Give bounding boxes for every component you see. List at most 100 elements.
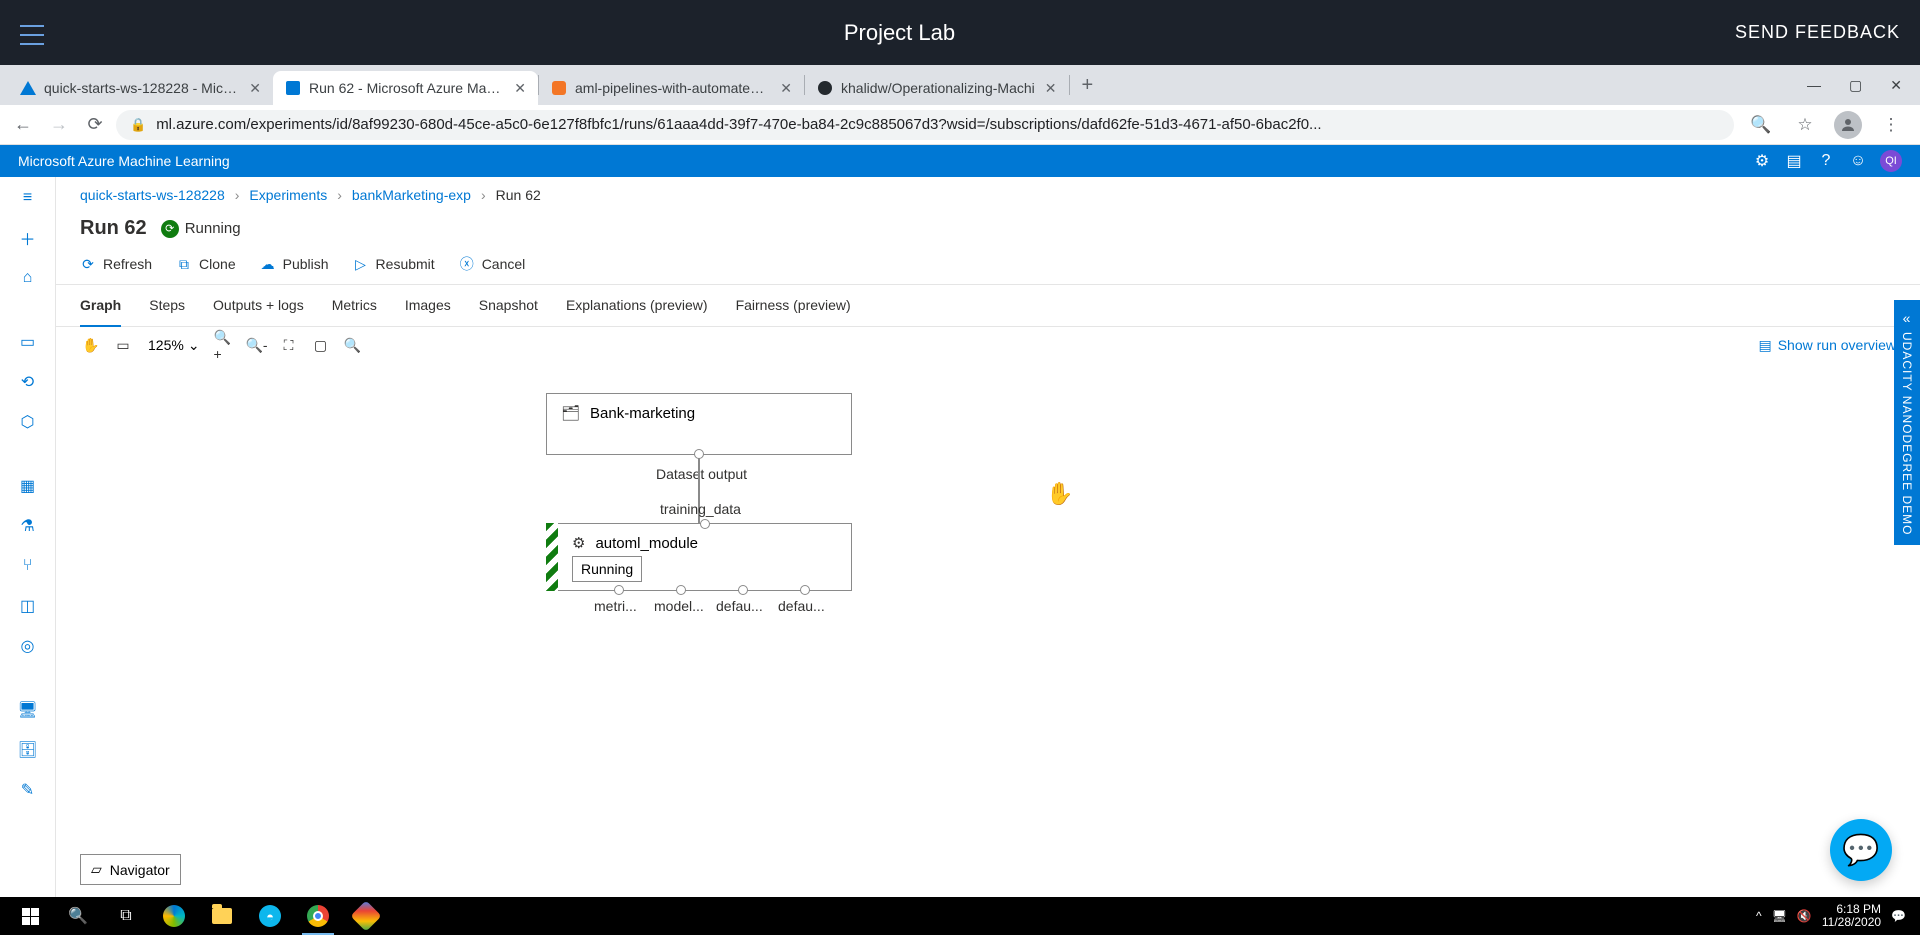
close-icon[interactable]: ✕ [1043,80,1059,97]
zoom-icon[interactable]: 🔍 [1746,110,1776,140]
chrome-app[interactable] [294,897,342,935]
browser-tab[interactable]: aml-pipelines-with-automated-m ✕ [539,71,804,105]
task-view-button[interactable]: ⧉ [102,897,150,935]
resubmit-button[interactable]: ▷Resubmit [353,256,435,273]
clock[interactable]: 6:18 PM 11/28/2020 [1822,903,1881,929]
navigator-toggle[interactable]: ▱ Navigator [80,854,181,885]
send-feedback-button[interactable]: SEND FEEDBACK [1735,22,1900,43]
pipelines-icon[interactable]: ⑂ [10,551,46,581]
show-run-overview-button[interactable]: ▤ Show run overview [1758,337,1896,354]
window-minimize-icon[interactable]: — [1807,77,1821,93]
refresh-button[interactable]: ⟳Refresh [80,256,152,273]
datasets-icon[interactable]: ▦ [10,471,46,501]
search-icon[interactable]: 🔍 [342,334,364,356]
file-explorer[interactable] [198,897,246,935]
browser-tab-active[interactable]: Run 62 - Microsoft Azure Machin ✕ [273,71,538,105]
add-icon[interactable]: ＋ [10,223,46,253]
window-close-icon[interactable]: ✕ [1890,77,1902,94]
browser-tab[interactable]: khalidw/Operationalizing-Machi ✕ [805,71,1069,105]
compute-icon[interactable]: 🖥 [10,695,46,725]
feedback-smiley-icon[interactable]: ☺ [1842,145,1874,177]
breadcrumb-experiment[interactable]: bankMarketing-exp [352,187,471,203]
jupyter-icon [551,80,567,96]
browser-tab[interactable]: quick-starts-ws-128228 - Microso ✕ [8,71,273,105]
lock-icon: 🔒 [130,117,146,133]
close-icon[interactable]: ✕ [778,80,794,97]
output-port[interactable] [800,585,810,595]
zoom-level[interactable]: 125%⌄ [144,337,204,354]
output-port[interactable] [738,585,748,595]
out-port-label: metri... [594,598,637,614]
collapse-icon[interactable]: ≡ [10,183,46,213]
fit-screen-icon[interactable]: ⛶ [278,334,300,356]
labeling-icon[interactable]: ✎ [10,775,46,805]
input-port[interactable] [700,519,710,529]
models-icon[interactable]: ◫ [10,591,46,621]
tab-outputs[interactable]: Outputs + logs [213,285,304,327]
help-icon[interactable]: ? [1810,145,1842,177]
network-icon[interactable]: 🖥 [1772,909,1787,923]
notebooks-icon[interactable]: ▭ [10,327,46,357]
volume-icon[interactable]: 🔇 [1797,909,1812,923]
panel-icon[interactable]: ▤ [1778,145,1810,177]
profile-icon[interactable] [1834,111,1862,139]
search-button[interactable]: 🔍 [54,897,102,935]
dataset-icon: 🗂 [561,404,580,422]
back-icon[interactable]: ← [8,110,38,140]
tab-steps[interactable]: Steps [149,285,185,327]
user-avatar[interactable]: QI [1880,150,1902,172]
datastores-icon[interactable]: 🗄 [10,735,46,765]
breadcrumb-current: Run 62 [496,187,541,203]
close-icon[interactable]: ✕ [247,80,263,97]
tab-fairness[interactable]: Fairness (preview) [736,285,851,327]
publish-button[interactable]: ☁Publish [260,256,329,273]
chat-bubble-icon[interactable]: 💬 [1830,819,1892,881]
actual-size-icon[interactable]: ▢ [310,334,332,356]
start-button[interactable] [6,897,54,935]
zoom-in-icon[interactable]: 🔍+ [214,334,236,356]
edge-browser[interactable] [150,897,198,935]
cancel-button[interactable]: ⓧCancel [459,254,526,274]
clone-icon: ⧉ [176,256,192,273]
notifications-icon[interactable]: 💬 [1891,909,1906,923]
select-icon[interactable]: ▭ [112,334,134,356]
tab-images[interactable]: Images [405,285,451,327]
new-tab-button[interactable]: + [1070,74,1106,97]
pipeline-canvas[interactable]: 🗂 Bank-marketing Dataset output training… [56,363,1920,897]
pan-icon[interactable]: ✋ [80,334,102,356]
close-icon[interactable]: ✕ [512,80,528,97]
tray-chevron-icon[interactable]: ^ [1756,909,1762,923]
forward-icon[interactable]: → [44,110,74,140]
tab-explanations[interactable]: Explanations (preview) [566,285,708,327]
tab-title: khalidw/Operationalizing-Machi [841,80,1035,96]
breadcrumb-workspace[interactable]: quick-starts-ws-128228 [80,187,225,203]
automl-icon[interactable]: ⟲ [10,367,46,397]
designer-icon[interactable]: ⬡ [10,407,46,437]
tab-graph[interactable]: Graph [80,285,121,327]
tab-metrics[interactable]: Metrics [332,285,377,327]
node-automl[interactable]: ⚙ automl_module Running metri... model..… [546,523,852,591]
settings-icon[interactable]: ⚙ [1746,145,1778,177]
automl-node-icon: ⚙ [572,534,585,552]
bookmark-icon[interactable]: ☆ [1790,110,1820,140]
breadcrumb-experiments[interactable]: Experiments [249,187,327,203]
output-port[interactable] [614,585,624,595]
tab-snapshot[interactable]: Snapshot [479,285,538,327]
experiments-icon[interactable]: ⚗ [10,511,46,541]
menu-icon[interactable] [20,25,44,45]
home-icon[interactable]: ⌂ [10,263,46,293]
zoom-out-icon[interactable]: 🔍- [246,334,268,356]
other-app[interactable] [342,897,390,935]
out-port-label: defau... [778,598,825,614]
output-port[interactable] [676,585,686,595]
udacity-demo-flag[interactable]: « UDACITY NANODEGREE DEMO [1894,300,1920,545]
menu-dots-icon[interactable]: ⋮ [1876,110,1906,140]
node-dataset[interactable]: 🗂 Bank-marketing [546,393,852,455]
docker-app[interactable]: ◓ [246,897,294,935]
address-bar[interactable]: 🔒 ml.azure.com/experiments/id/8af99230-6… [116,110,1734,140]
reload-icon[interactable]: ⟳ [80,110,110,140]
window-maximize-icon[interactable]: ▢ [1849,77,1862,94]
clone-button[interactable]: ⧉Clone [176,256,236,273]
github-icon [817,80,833,96]
endpoints-icon[interactable]: ◎ [10,631,46,661]
